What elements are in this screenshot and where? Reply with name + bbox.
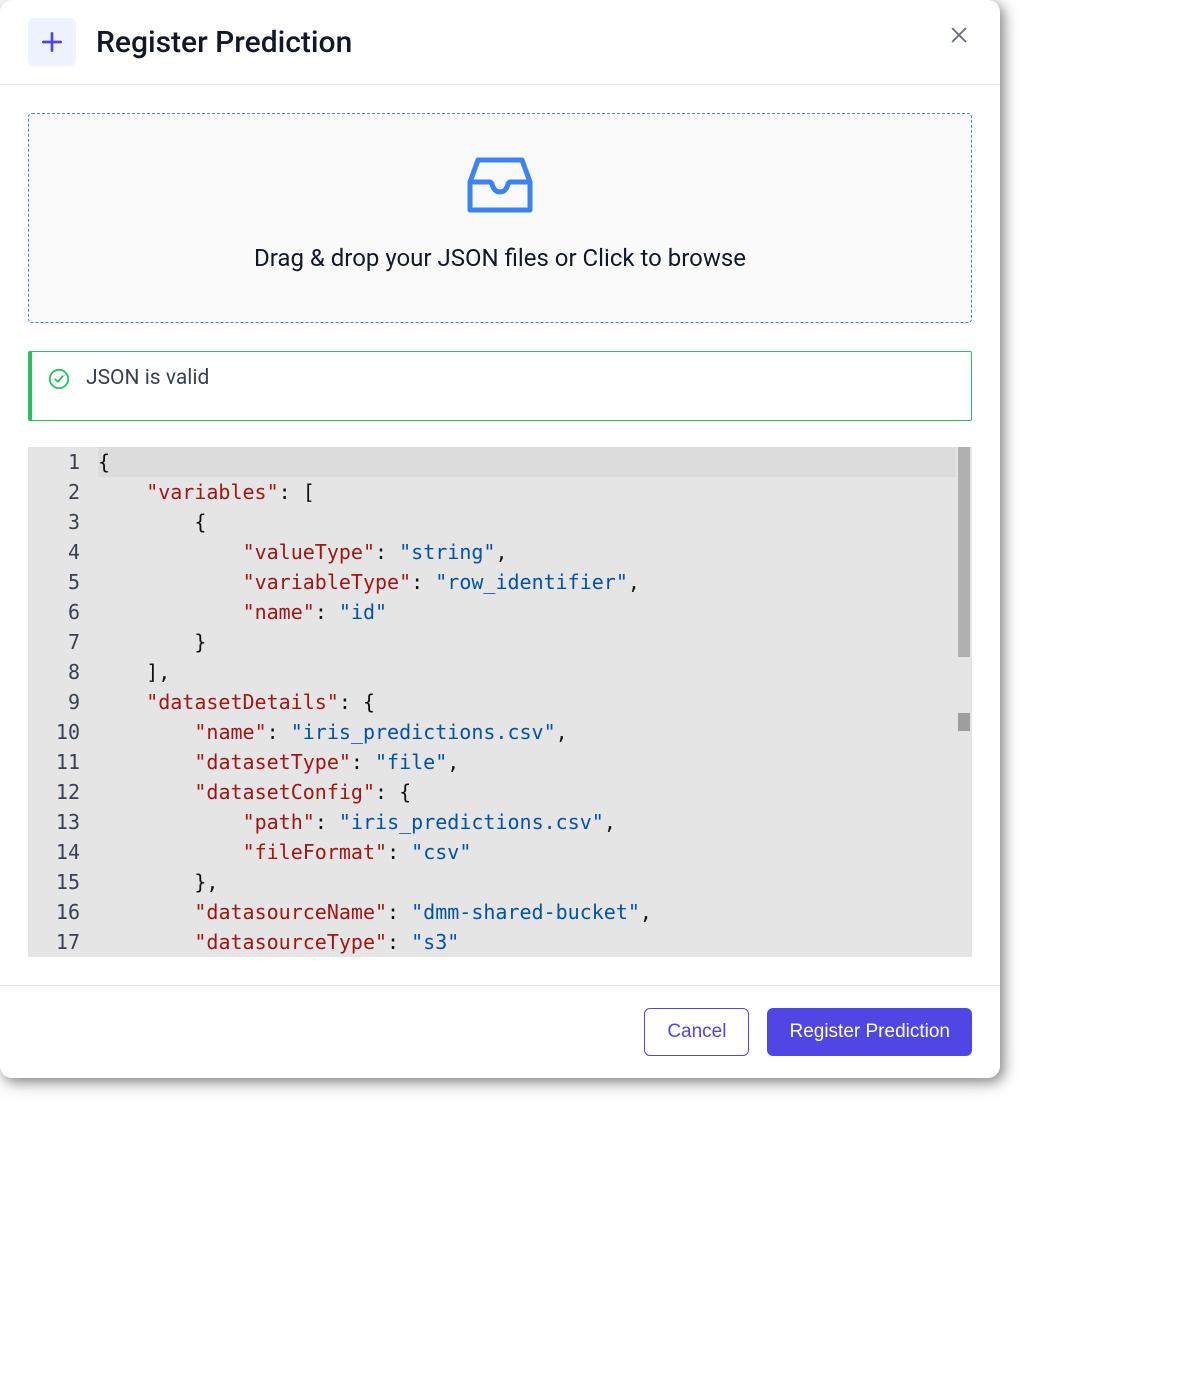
dropzone-text: Drag & drop your JSON files or Click to … [49,244,951,272]
close-icon [948,24,970,46]
register-prediction-button[interactable]: Register Prediction [767,1008,972,1056]
scroll-marker [958,713,970,731]
line-numbers: 1234567891011121314151617 [28,447,98,957]
json-editor[interactable]: 1234567891011121314151617 { "variables":… [28,447,972,957]
cancel-button[interactable]: Cancel [644,1008,749,1056]
close-button[interactable] [948,24,972,48]
modal-title: Register Prediction [96,25,352,60]
plus-icon [28,18,76,66]
modal-footer: Cancel Register Prediction [0,985,1000,1078]
code-content[interactable]: { "variables": [ { "valueType": "string"… [98,447,972,957]
modal-body: Drag & drop your JSON files or Click to … [0,85,1000,985]
check-circle-icon [48,368,70,390]
register-prediction-modal: Register Prediction Drag & drop your JSO… [0,0,1000,1078]
validation-message: JSON is valid [86,366,209,390]
validation-status: JSON is valid [28,351,972,421]
editor-scrollbar[interactable] [956,447,972,957]
file-dropzone[interactable]: Drag & drop your JSON files or Click to … [28,113,972,323]
inbox-icon [49,154,951,216]
scroll-thumb[interactable] [958,447,970,657]
modal-header: Register Prediction [0,0,1000,85]
